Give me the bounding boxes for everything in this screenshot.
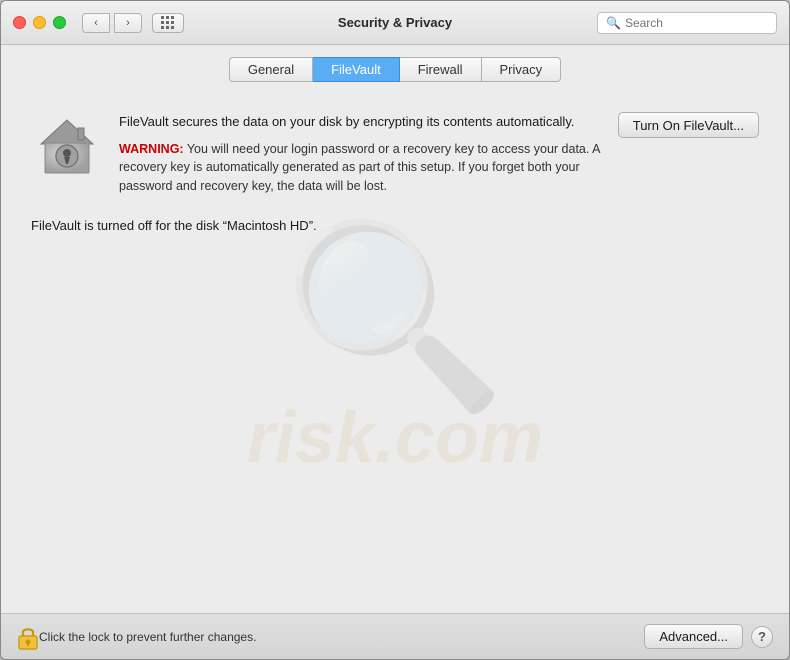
main-panel: FileVault secures the data on your disk … <box>31 112 759 233</box>
tab-privacy[interactable]: Privacy <box>482 57 562 82</box>
back-button[interactable]: ‹ <box>82 13 110 33</box>
lock-bottom-text: Click the lock to prevent further change… <box>39 630 256 644</box>
grid-button[interactable] <box>152 13 184 33</box>
nav-buttons: ‹ › <box>82 13 142 33</box>
warning-label: WARNING: <box>119 142 184 156</box>
house-svg <box>31 112 103 184</box>
description-text: FileVault secures the data on your disk … <box>119 112 602 132</box>
advanced-button[interactable]: Advanced... <box>644 624 743 649</box>
tab-filevault[interactable]: FileVault <box>313 57 400 82</box>
search-input[interactable] <box>625 16 768 30</box>
maximize-button[interactable] <box>53 16 66 29</box>
bottombar: Click the lock to prevent further change… <box>1 613 789 659</box>
help-button[interactable]: ? <box>751 626 773 648</box>
close-button[interactable] <box>13 16 26 29</box>
tab-firewall[interactable]: Firewall <box>400 57 482 82</box>
turn-on-filevault-button[interactable]: Turn On FileVault... <box>618 112 759 138</box>
content-area: 🔍 risk.com <box>1 92 789 613</box>
minimize-button[interactable] <box>33 16 46 29</box>
filevault-icon <box>31 112 103 184</box>
tab-general[interactable]: General <box>229 57 313 82</box>
top-section: FileVault secures the data on your disk … <box>31 112 759 196</box>
warning-block: WARNING: You will need your login passwo… <box>119 140 602 196</box>
window-title: Security & Privacy <box>338 15 452 30</box>
window: ‹ › Security & Privacy 🔍 General FileVau… <box>0 0 790 660</box>
traffic-lights <box>13 16 66 29</box>
warning-text: You will need your login password or a r… <box>119 142 600 194</box>
titlebar: ‹ › Security & Privacy 🔍 <box>1 1 789 45</box>
forward-button[interactable]: › <box>114 13 142 33</box>
description-block: FileVault secures the data on your disk … <box>119 112 602 196</box>
search-icon: 🔍 <box>606 16 621 30</box>
filevault-status-text: FileVault is turned off for the disk “Ma… <box>31 218 759 233</box>
tabs-row: General FileVault Firewall Privacy <box>1 45 789 92</box>
watermark-icon: 🔍 <box>283 227 507 407</box>
lock-icon-wrapper[interactable] <box>17 624 39 650</box>
watermark-text: risk.com <box>247 397 543 479</box>
search-box[interactable]: 🔍 <box>597 12 777 34</box>
lock-icon <box>17 624 39 650</box>
grid-icon <box>161 16 175 30</box>
